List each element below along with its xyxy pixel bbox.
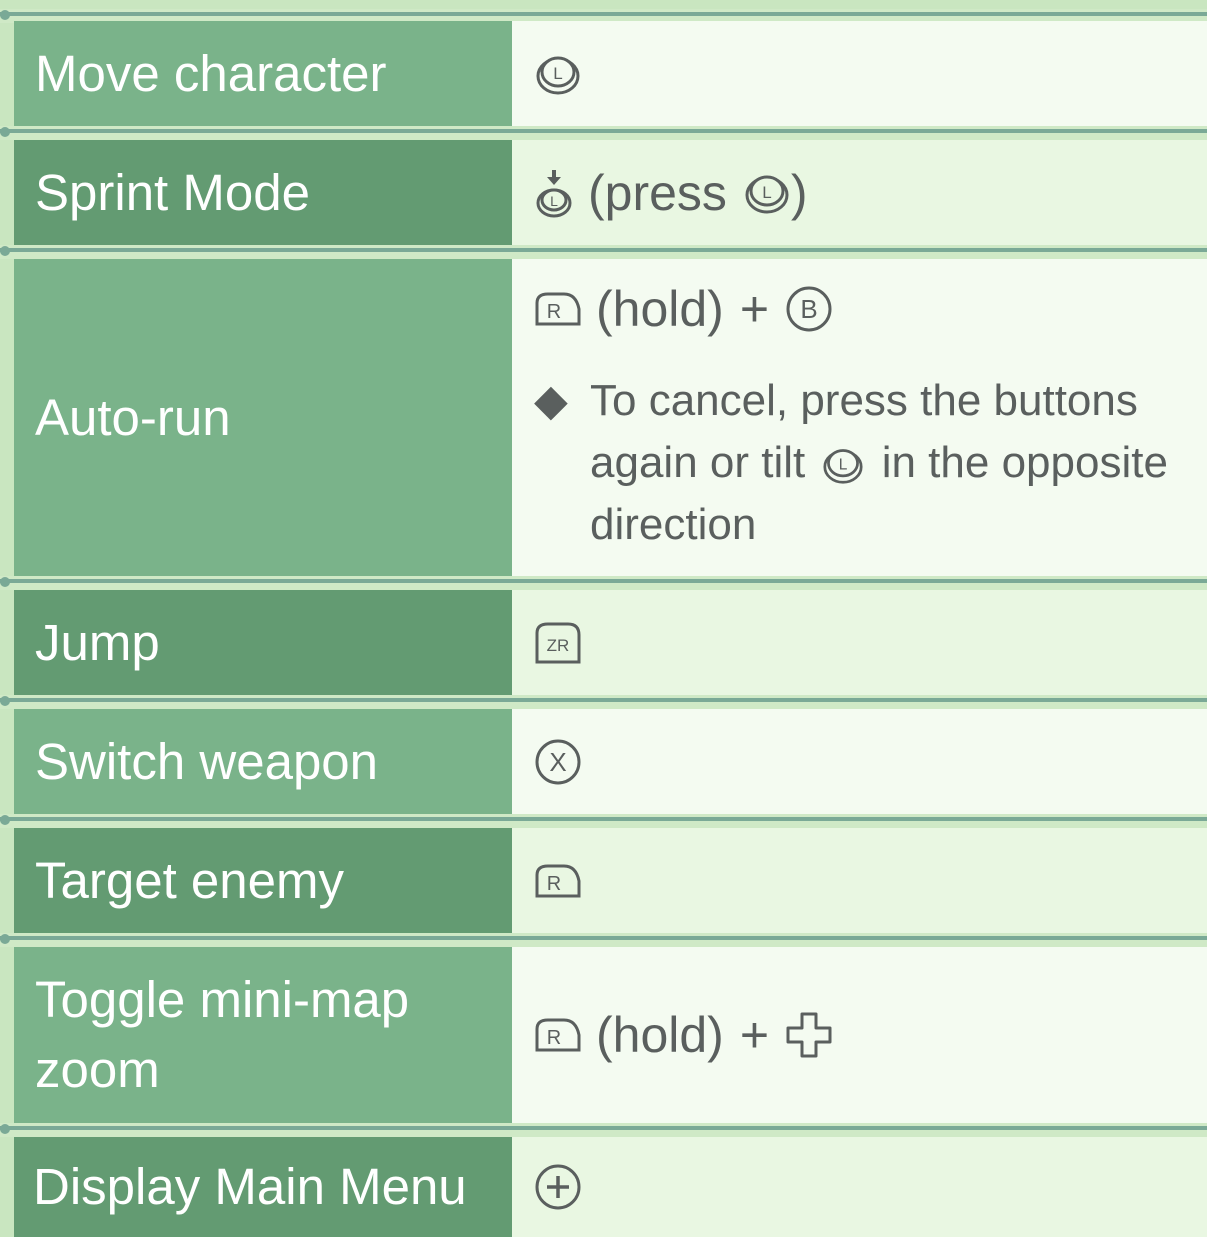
diamond-bullet-icon: ◆	[534, 375, 568, 425]
cancel-note: ◆ To cancel, press the buttons again or …	[534, 370, 1207, 556]
control-cell: X	[512, 709, 1207, 814]
action-label: Jump	[14, 590, 512, 695]
action-label: Sprint Mode	[14, 140, 512, 245]
action-label: Switch weapon	[14, 709, 512, 814]
svg-text:R: R	[547, 301, 561, 323]
hold-text: (hold)	[596, 280, 724, 337]
svg-text:L: L	[762, 183, 771, 202]
left-stick-icon: L	[743, 171, 791, 215]
svg-text:X: X	[549, 747, 566, 777]
row-separator	[0, 933, 1207, 947]
control-row-sprint-mode: Sprint Mode L (press L )	[0, 140, 1207, 245]
r-button-icon: R	[534, 863, 582, 899]
plus-text: +	[739, 280, 770, 337]
x-button-icon: X	[534, 738, 582, 786]
control-row-jump: Jump ZR	[0, 590, 1207, 695]
control-row-display-main-menu: Display Main Menu	[0, 1137, 1207, 1237]
control-cell: R (hold) +	[512, 947, 1207, 1123]
svg-text:L: L	[550, 193, 558, 209]
row-separator	[0, 245, 1207, 259]
left-stick-press-icon: L	[534, 168, 574, 218]
row-separator	[0, 1123, 1207, 1137]
row-separator	[0, 695, 1207, 709]
action-label: Move character	[14, 21, 512, 126]
plus-text: +	[739, 1007, 770, 1063]
control-row-switch-weapon: Switch weapon X	[0, 709, 1207, 814]
svg-text:R: R	[547, 1027, 561, 1049]
row-separator	[0, 814, 1207, 828]
plus-button-icon	[534, 1163, 582, 1211]
svg-text:B: B	[800, 294, 817, 324]
svg-text:R: R	[547, 873, 561, 895]
hold-text: (hold)	[596, 1007, 724, 1063]
control-cell: L (press L )	[512, 140, 1207, 245]
row-separator	[0, 126, 1207, 140]
svg-text:L: L	[839, 456, 848, 473]
svg-text:L: L	[553, 64, 562, 83]
svg-text:ZR: ZR	[547, 636, 570, 655]
b-button-icon: B	[785, 285, 833, 333]
zr-button-icon: ZR	[534, 621, 582, 665]
control-row-target-enemy: Target enemy R	[0, 828, 1207, 933]
left-stick-icon: L	[821, 445, 865, 485]
control-cell: L	[512, 21, 1207, 126]
row-separator	[0, 576, 1207, 590]
control-cell: ZR	[512, 590, 1207, 695]
control-cell	[512, 1137, 1207, 1237]
control-row-move-character: Move character L	[0, 21, 1207, 126]
press-close-text: )	[790, 164, 808, 221]
control-row-auto-run: Auto-run R (hold) + B ◆ To cancel, press…	[0, 259, 1207, 576]
action-label: Toggle mini-map zoom	[14, 947, 512, 1123]
note-text: To cancel, press the buttons again or ti…	[590, 375, 1168, 549]
r-button-icon: R	[534, 291, 582, 327]
action-label: Auto-run	[14, 259, 512, 576]
press-open-text: (press	[588, 164, 727, 221]
action-label: Display Main Menu	[14, 1137, 512, 1237]
control-row-toggle-minimap-zoom: Toggle mini-map zoom R (hold) +	[0, 947, 1207, 1123]
action-label: Target enemy	[14, 828, 512, 933]
control-cell: R (hold) + B ◆ To cancel, press the butt…	[512, 259, 1207, 576]
dpad-icon	[785, 1011, 833, 1059]
r-button-icon: R	[534, 1017, 582, 1053]
control-combo: R (hold) + B	[534, 280, 833, 338]
left-stick-icon: L	[534, 52, 582, 96]
control-cell: R	[512, 828, 1207, 933]
